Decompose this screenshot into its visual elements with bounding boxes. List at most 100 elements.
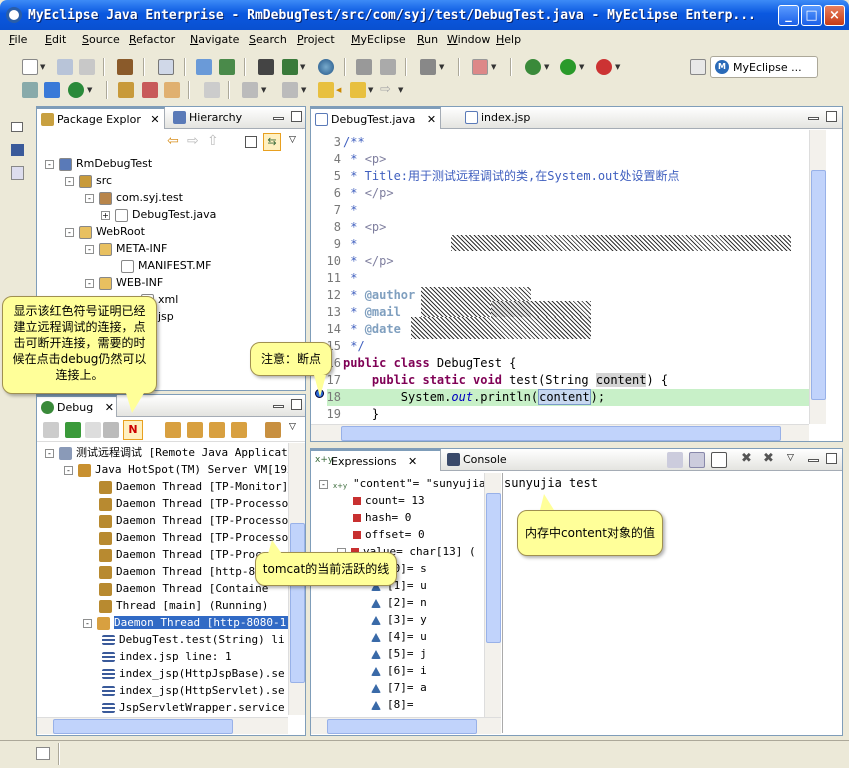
step-return-icon[interactable] bbox=[380, 59, 396, 75]
tab-expressions[interactable]: x+y Expressions ✕ bbox=[311, 449, 441, 471]
expand-toggle-icon[interactable]: - bbox=[85, 278, 94, 288]
chevron-down-icon[interactable]: ▼ bbox=[301, 86, 306, 94]
last-edit-icon[interactable] bbox=[318, 82, 334, 98]
debug-tree-item[interactable]: DebugTest.test(String) li bbox=[102, 631, 285, 648]
debug-tree-item[interactable]: Daemon Thread [TP-Processor4 bbox=[83, 495, 301, 512]
deploy-icon[interactable] bbox=[196, 59, 212, 75]
chevron-down-icon[interactable]: ▼ bbox=[579, 63, 584, 71]
expression-tree-item[interactable]: [4]= u bbox=[355, 628, 427, 645]
open-folder-icon[interactable] bbox=[118, 82, 134, 98]
expand-toggle-icon[interactable]: + bbox=[101, 210, 110, 220]
web-icon[interactable] bbox=[258, 59, 274, 75]
tree-item[interactable]: + DebugTest.java bbox=[101, 206, 216, 223]
code-line[interactable]: * @mail bbox=[343, 304, 401, 321]
debug-bug-icon[interactable] bbox=[525, 59, 541, 75]
code-line[interactable]: } bbox=[343, 406, 379, 423]
chevron-down-icon[interactable]: ▼ bbox=[615, 63, 620, 71]
restore-icon[interactable] bbox=[11, 122, 23, 132]
close-button[interactable]: × bbox=[824, 5, 845, 26]
resume-icon[interactable] bbox=[65, 422, 81, 438]
debug-tree-item[interactable]: index_jsp(HttpServlet).se bbox=[102, 682, 285, 699]
suspend-icon[interactable] bbox=[85, 422, 101, 438]
chevron-down-icon[interactable]: ▼ bbox=[544, 63, 549, 71]
debug-tree-item[interactable]: - Daemon Thread [http-8080-1] bbox=[83, 614, 293, 631]
expression-tree-item[interactable]: offset= 0 bbox=[337, 526, 425, 543]
view-menu-icon[interactable]: ▽ bbox=[289, 422, 296, 432]
scroll-thumb[interactable] bbox=[290, 523, 305, 683]
expand-toggle-icon[interactable]: - bbox=[65, 227, 74, 237]
back-arrow-icon[interactable]: ◀ bbox=[336, 86, 341, 94]
maximize-view-button[interactable] bbox=[291, 111, 302, 122]
expand-toggle-icon[interactable]: - bbox=[319, 479, 328, 489]
chevron-down-icon[interactable]: ▼ bbox=[398, 86, 403, 94]
chevron-down-icon[interactable]: ▼ bbox=[439, 63, 444, 71]
save-icon[interactable] bbox=[57, 59, 73, 75]
code-line[interactable]: * Title:用于测试远程调试的类,在System.out处设置断点 bbox=[343, 168, 679, 185]
chevron-down-icon[interactable]: ▼ bbox=[261, 86, 266, 94]
expand-toggle-icon[interactable]: - bbox=[85, 244, 94, 254]
expression-tree-item[interactable]: [2]= n bbox=[355, 594, 427, 611]
scroll-thumb[interactable] bbox=[53, 719, 233, 734]
expand-toggle-icon[interactable]: - bbox=[45, 448, 54, 458]
forward-arrow-icon[interactable]: ⇨ bbox=[187, 133, 199, 149]
code-line[interactable]: * bbox=[343, 202, 357, 219]
chevron-down-icon[interactable]: ▼ bbox=[368, 86, 373, 94]
tab-index-jsp[interactable]: index.jsp bbox=[461, 107, 561, 129]
debug-tree-item[interactable]: Daemon Thread [TP-Processor3 bbox=[83, 512, 301, 529]
code-line[interactable]: System.out.println(content); bbox=[343, 389, 605, 406]
menu-help[interactable]: Help bbox=[496, 33, 521, 46]
code-line[interactable]: * bbox=[343, 270, 357, 287]
expression-tree-item[interactable]: count= 13 bbox=[337, 492, 425, 509]
code-line[interactable]: public static void test(String content) … bbox=[343, 372, 668, 389]
code-line[interactable]: * @date bbox=[343, 321, 401, 338]
scroll-thumb[interactable] bbox=[811, 170, 826, 400]
debug-tree-item[interactable]: Daemon Thread [http-808 bbox=[83, 563, 268, 580]
run-server-icon[interactable] bbox=[282, 59, 298, 75]
minimize-view-button[interactable] bbox=[808, 117, 819, 120]
back-arrow-icon[interactable]: ⇦ bbox=[167, 133, 179, 149]
expr-vscrollbar[interactable] bbox=[484, 473, 501, 717]
ejb-icon[interactable] bbox=[117, 59, 133, 75]
close-icon[interactable]: ✕ bbox=[408, 455, 417, 468]
step-icon[interactable] bbox=[356, 59, 372, 75]
tab-debug[interactable]: Debug ✕ bbox=[37, 395, 117, 417]
debug-tree-item[interactable]: Daemon Thread [TP-Monitor] ( bbox=[83, 478, 301, 495]
up-icon[interactable]: ⇧ bbox=[207, 133, 219, 149]
outline-icon[interactable] bbox=[11, 166, 24, 180]
maximize-view-button[interactable] bbox=[826, 111, 837, 122]
debug-hscrollbar[interactable] bbox=[37, 717, 288, 734]
forward-icon[interactable]: ⇨ bbox=[380, 82, 391, 97]
debug-tree-item[interactable]: JspServletWrapper.service bbox=[102, 699, 285, 716]
expression-tree-item[interactable]: [7]= a bbox=[355, 679, 427, 696]
link-editor-icon[interactable]: ⇆ bbox=[263, 133, 281, 151]
expression-tree-item[interactable]: hash= 0 bbox=[337, 509, 411, 526]
next-annotation-icon[interactable] bbox=[242, 82, 258, 98]
chevron-down-icon[interactable]: ▼ bbox=[491, 63, 496, 71]
code-line[interactable]: * @author bbox=[343, 287, 415, 304]
tab-hierarchy[interactable]: Hierarchy bbox=[169, 107, 269, 129]
close-icon[interactable]: ✕ bbox=[427, 113, 436, 126]
server-icon[interactable] bbox=[219, 59, 235, 75]
step-over-icon[interactable] bbox=[187, 422, 203, 438]
debug-tree-item[interactable]: - Java HotSpot(TM) Server VM[192. bbox=[64, 461, 300, 478]
view-menu-icon[interactable]: ▽ bbox=[787, 453, 794, 463]
terminate-icon[interactable] bbox=[103, 422, 119, 438]
expand-toggle-icon[interactable]: - bbox=[85, 193, 94, 203]
menu-search[interactable]: Search bbox=[249, 33, 287, 46]
close-icon[interactable]: ✕ bbox=[150, 113, 159, 126]
minimize-button[interactable]: _ bbox=[778, 5, 799, 26]
minimize-view-button[interactable] bbox=[273, 117, 284, 120]
debug-tree-item[interactable]: Daemon Thread [Containe bbox=[83, 580, 268, 597]
remove-terminated-icon[interactable] bbox=[43, 422, 59, 438]
step-return-icon[interactable] bbox=[209, 422, 225, 438]
tree-item[interactable]: MANIFEST.MF bbox=[105, 257, 211, 274]
editor-vscrollbar[interactable] bbox=[809, 130, 826, 424]
editor-hscrollbar[interactable] bbox=[311, 424, 809, 441]
pencil-icon[interactable] bbox=[142, 82, 158, 98]
debug-tree-item[interactable]: index_jsp(HttpJspBase).se bbox=[102, 665, 285, 682]
browser-icon[interactable] bbox=[318, 59, 334, 75]
scroll-thumb[interactable] bbox=[327, 719, 477, 734]
chevron-down-icon[interactable]: ▼ bbox=[87, 86, 92, 94]
view-icon[interactable] bbox=[11, 144, 24, 156]
show-type-names-icon[interactable] bbox=[667, 452, 683, 468]
